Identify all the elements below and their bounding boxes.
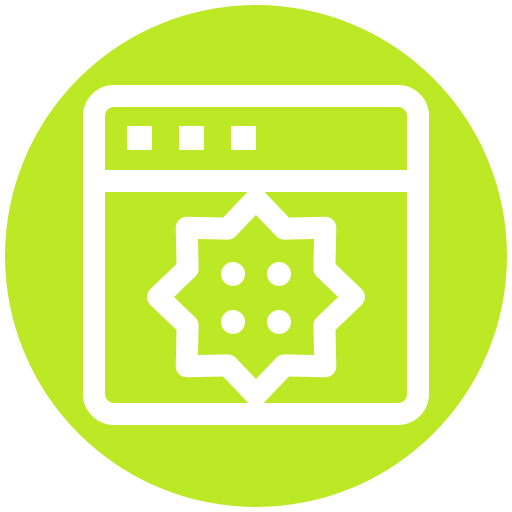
badge-dot [267,262,291,286]
title-bar-dot [127,126,152,150]
icon-canvas [0,0,512,512]
badge-dot [221,262,245,286]
badge-dot [267,310,291,334]
background-circle [5,5,507,507]
title-bar-dot [231,126,256,150]
title-bar-dots [127,126,256,150]
badge-dot [221,310,245,334]
title-bar-dot [179,126,204,150]
browser-window-settings-icon [5,5,507,507]
